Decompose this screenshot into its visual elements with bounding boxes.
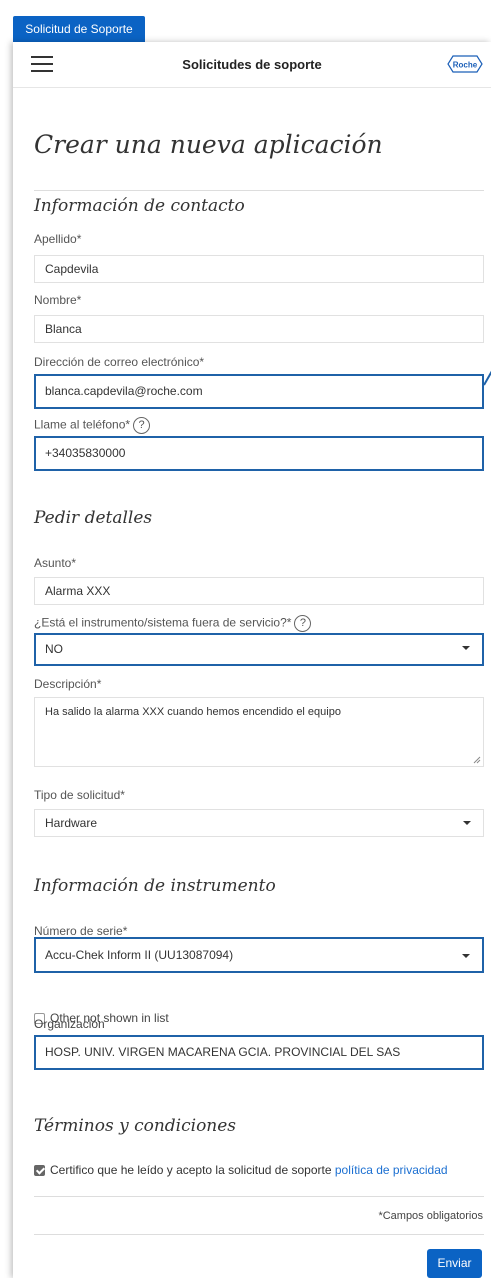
section-heading-terms: Términos y condiciones: [34, 1116, 237, 1136]
form-panel: Solicitudes de soporte Roche Crear una n…: [13, 42, 491, 1278]
out-of-service-label-text: ¿Está el instrumento/sistema fuera de se…: [34, 615, 292, 630]
section-heading-details: Pedir detalles: [34, 508, 153, 528]
subject-label: Asunto*: [34, 556, 77, 570]
accept-terms-checkbox[interactable]: [34, 1165, 45, 1177]
surname-label: Apellido*: [34, 232, 82, 246]
organization-field[interactable]: HOSP. UNIV. VIRGEN MACARENA GCIA. PROVIN…: [34, 1035, 484, 1070]
phone-label-text: Llame al teléfono*: [34, 417, 131, 432]
request-type-value: Hardware: [45, 816, 98, 830]
email-label: Dirección de correo electrónico*: [34, 355, 205, 369]
name-field[interactable]: Blanca: [34, 315, 484, 343]
out-of-service-label: ¿Está el instrumento/sistema fuera de se…: [34, 615, 312, 632]
chevron-down-icon: [462, 954, 470, 958]
section-heading-contact: Información de contacto: [34, 196, 245, 216]
surname-field[interactable]: Capdevila: [34, 255, 484, 283]
serial-number-value: Accu-Chek Inform II (UU13087094): [45, 948, 234, 962]
organization-label: Organización: [34, 1017, 105, 1031]
topbar-title: Solicitudes de soporte: [182, 57, 322, 72]
terms-row: Certifico que he leído y acepto la solic…: [34, 1160, 474, 1180]
top-bar: Solicitudes de soporte Roche: [13, 42, 491, 88]
tab-solicitud-de-soporte[interactable]: Solicitud de Soporte: [13, 16, 145, 43]
name-label: Nombre*: [34, 293, 82, 307]
description-textarea[interactable]: Ha salido la alarma XXX cuando hemos enc…: [34, 697, 484, 767]
help-icon[interactable]: ?: [133, 417, 151, 434]
request-type-label: Tipo de solicitud*: [34, 788, 125, 802]
serial-number-select[interactable]: Accu-Chek Inform II (UU13087094): [34, 937, 484, 973]
subject-field[interactable]: Alarma XXX: [34, 577, 484, 605]
divider: [34, 1234, 484, 1235]
phone-label: Llame al teléfono*?: [34, 417, 151, 434]
roche-logo: Roche: [447, 55, 483, 73]
section-heading-instrument: Información de instrumento: [34, 876, 276, 896]
divider: [34, 190, 484, 191]
required-fields-note: *Campos obligatorios: [378, 1210, 483, 1222]
divider: [34, 1196, 484, 1197]
phone-field[interactable]: +34035830000: [34, 436, 484, 471]
textarea-resize-icon[interactable]: [473, 756, 481, 764]
description-label: Descripción*: [34, 677, 102, 691]
resize-handle-icon: [483, 370, 491, 386]
page-title: Crear una nueva aplicación: [34, 130, 383, 159]
terms-text: Certifico que he leído y acepto la solic…: [50, 1163, 335, 1177]
chevron-down-icon: [463, 821, 471, 825]
help-icon[interactable]: ?: [294, 615, 312, 632]
submit-button[interactable]: Enviar: [427, 1249, 482, 1278]
privacy-policy-link[interactable]: política de privacidad: [335, 1163, 448, 1177]
serial-label: Número de serie*: [34, 924, 128, 938]
email-field[interactable]: blanca.capdevila@roche.com: [34, 374, 484, 409]
chevron-down-icon: [462, 646, 470, 650]
out-of-service-value: NO: [45, 642, 63, 656]
description-value: Ha salido la alarma XXX cuando hemos enc…: [45, 706, 341, 718]
svg-text:Roche: Roche: [453, 61, 478, 70]
out-of-service-select[interactable]: NO: [34, 633, 484, 666]
request-type-select[interactable]: Hardware: [34, 809, 484, 837]
